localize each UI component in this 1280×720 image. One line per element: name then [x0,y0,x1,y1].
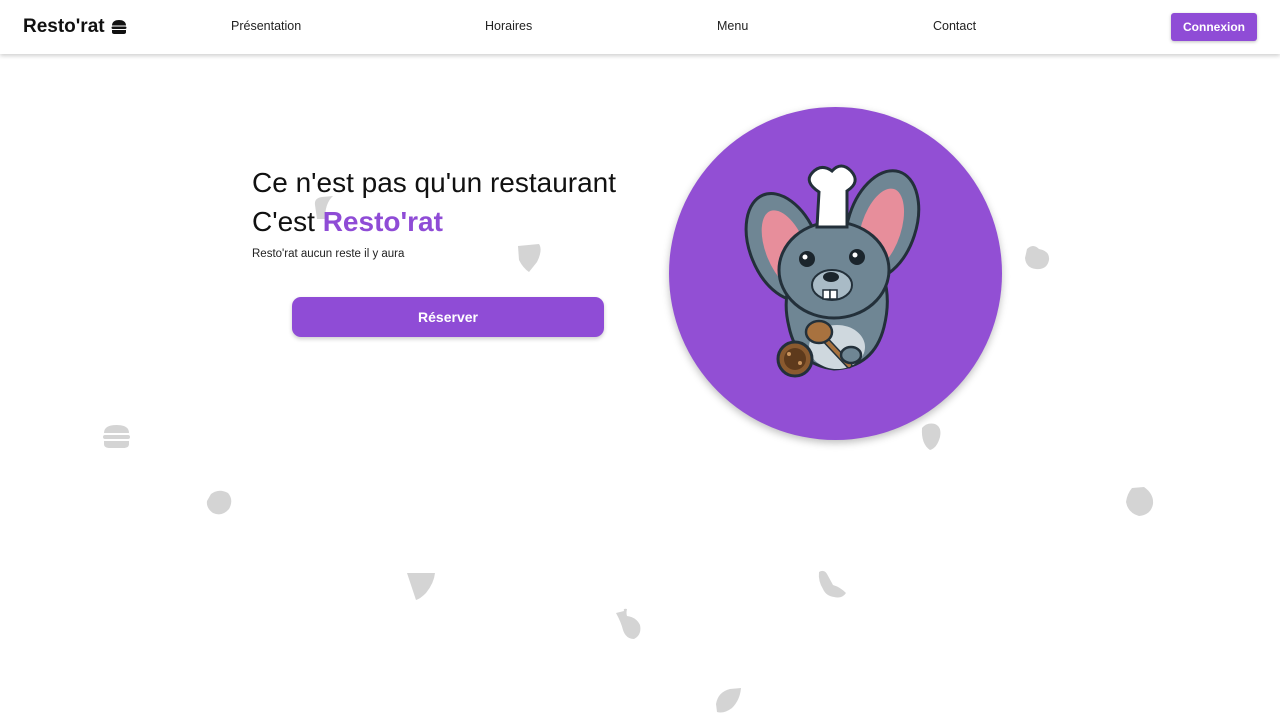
nav-link-horaires[interactable]: Horaires [485,19,532,33]
brand-name: Resto'rat [23,16,105,37]
hero-brand-line: C'est Resto'rat [252,202,443,242]
chicken-leg-icon [818,570,846,598]
cheese-icon [1126,487,1154,516]
mascot-circle [669,107,1002,440]
herb-leaf-icon [716,688,741,713]
nav-link-presentation[interactable]: Présentation [231,19,301,33]
login-button[interactable]: Connexion [1171,13,1257,41]
brand-accent: Resto'rat [322,206,443,237]
nav-link-contact[interactable]: Contact [933,19,976,33]
nav-link-menu[interactable]: Menu [717,19,748,33]
fish-icon [616,608,641,639]
burger-icon [111,20,127,34]
brand-prefix: C'est [252,206,315,237]
brand-logo[interactable]: Resto'rat [23,15,127,39]
cookie-icon [206,490,232,515]
pizza-slice-icon [407,573,435,600]
egg-icon [1025,246,1050,270]
apple-icon [518,244,541,272]
hero-headline: Ce n'est pas qu'un restaurant [252,167,617,198]
burger-icon [103,425,130,448]
reserve-button[interactable]: Réserver [292,297,604,337]
chef-rat-mascot-icon [744,164,921,378]
hero-subtitle: Resto'rat aucun reste il y aura [252,248,405,260]
site-header: Resto'rat Présentation Horaires Menu Con… [0,0,1280,54]
